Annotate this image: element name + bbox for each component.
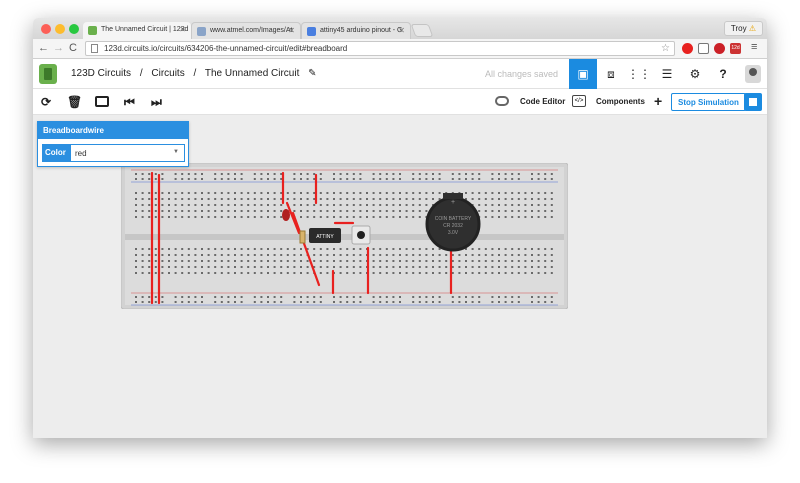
- close-icon[interactable]: ✕: [398, 26, 405, 35]
- stop-icon[interactable]: [744, 93, 762, 111]
- color-label: Color: [42, 144, 70, 162]
- save-status: All changes saved: [485, 69, 559, 79]
- breadcrumb: 123D Circuits / Circuits / The Unnamed C…: [71, 68, 323, 79]
- led[interactable]: [282, 209, 290, 221]
- pcb-icon: ⋮⋮: [627, 67, 651, 81]
- cloud-icon[interactable]: [495, 96, 509, 106]
- battery-label-3: 3.0V: [448, 230, 459, 236]
- profile-name: Troy: [730, 24, 747, 33]
- menu-icon[interactable]: ≡: [751, 41, 757, 53]
- extension-badge-icon[interactable]: 12d: [730, 43, 741, 54]
- help-label: ?: [719, 67, 727, 81]
- chevron-down-icon: ▼: [173, 149, 179, 155]
- resistor[interactable]: [299, 230, 306, 244]
- battery-label-2: CR 2032: [443, 223, 463, 229]
- app-header: 123D Circuits / Circuits / The Unnamed C…: [33, 59, 767, 89]
- close-icon[interactable]: ✕: [179, 25, 186, 34]
- chip-label: ATTINY: [316, 234, 334, 240]
- opera-extension-icon[interactable]: [682, 43, 693, 54]
- schematic-view-button[interactable]: ⧈: [597, 59, 625, 89]
- profile-button[interactable]: Troy ⚠: [723, 21, 763, 36]
- battery-label-1: COIN BATTERY: [435, 216, 472, 222]
- new-tab-button[interactable]: [410, 24, 434, 37]
- breadcrumb-home[interactable]: 123D Circuits: [71, 68, 131, 79]
- tab-atmel[interactable]: www.atmel.com/Images/At ✕: [191, 22, 301, 39]
- tab-title: The Unnamed Circuit | 123d: [101, 26, 189, 33]
- pencil-icon[interactable]: ✎: [308, 68, 316, 79]
- inspector-title: Breadboardwire: [38, 122, 188, 139]
- chip-icon: ▣: [577, 67, 589, 81]
- google-favicon-icon: [307, 27, 316, 36]
- address-bar-row: ← → C 123d.circuits.io/circuits/634206-t…: [33, 39, 767, 59]
- avatar[interactable]: [745, 65, 761, 83]
- bookmark-star-icon[interactable]: ☆: [661, 43, 670, 54]
- close-window-button[interactable]: [41, 24, 51, 34]
- color-select[interactable]: red ▼: [70, 144, 185, 162]
- minimize-window-button[interactable]: [55, 24, 65, 34]
- components-button[interactable]: Components: [596, 97, 645, 106]
- stop-simulation-button[interactable]: Stop Simulation: [671, 93, 746, 111]
- pcb-view-button[interactable]: ⋮⋮: [625, 59, 653, 89]
- code-icon[interactable]: </>: [572, 95, 586, 107]
- color-value: red: [75, 149, 87, 158]
- chip-outline-icon: ⧈: [607, 66, 615, 81]
- reload-icon[interactable]: C: [69, 42, 77, 54]
- 123d-logo-icon[interactable]: [39, 64, 57, 84]
- cast-icon[interactable]: [698, 43, 709, 54]
- pinterest-icon[interactable]: [714, 43, 725, 54]
- page-favicon-icon: [197, 27, 206, 36]
- breadcrumb-separator: /: [139, 68, 143, 79]
- trash-icon[interactable]: 🗑: [67, 95, 82, 109]
- code-editor-button[interactable]: Code Editor: [520, 97, 565, 106]
- breadcrumb-circuits[interactable]: Circuits: [151, 68, 184, 79]
- list-icon: ☰: [661, 67, 673, 81]
- url-text: 123d.circuits.io/circuits/634206-the-unn…: [104, 44, 348, 53]
- breadboard-view-button[interactable]: ▣: [569, 59, 597, 89]
- tab-google-search[interactable]: attiny45 arduino pinout - G ✕: [301, 22, 411, 39]
- breadboard[interactable]: ATTINY + COIN BATTERY CR 2032 3.0V: [121, 163, 568, 309]
- battery-plus: +: [451, 199, 455, 206]
- inspector-panel: Breadboardwire Color red ▼: [37, 121, 189, 167]
- breadcrumb-separator: /: [193, 68, 197, 79]
- page-icon: [91, 44, 98, 53]
- help-button[interactable]: ?: [709, 59, 737, 89]
- browser-window: The Unnamed Circuit | 123d ✕ www.atmel.c…: [33, 18, 767, 438]
- back-arrow-icon[interactable]: ←: [38, 42, 49, 54]
- breadboard-center-channel: [125, 234, 564, 240]
- rotate-icon[interactable]: ⟳: [41, 95, 51, 109]
- color-row: Color red ▼: [42, 144, 185, 162]
- skip-back-icon[interactable]: ⏮: [124, 95, 135, 110]
- fit-to-view-icon[interactable]: [95, 96, 109, 107]
- skip-forward-icon[interactable]: ⏭: [151, 95, 162, 110]
- tab-strip: The Unnamed Circuit | 123d ✕ www.atmel.c…: [33, 18, 767, 39]
- bom-view-button[interactable]: ☰: [653, 59, 681, 89]
- add-component-icon[interactable]: +: [654, 93, 662, 109]
- forward-arrow-icon[interactable]: →: [53, 42, 64, 54]
- maximize-window-button[interactable]: [69, 24, 79, 34]
- 123d-favicon-icon: [88, 26, 97, 35]
- url-input[interactable]: 123d.circuits.io/circuits/634206-the-unn…: [85, 41, 675, 56]
- circuit-title[interactable]: The Unnamed Circuit: [205, 68, 299, 79]
- close-icon[interactable]: ✕: [288, 26, 295, 35]
- pushbutton-cap: [357, 231, 365, 239]
- gear-icon: ⚙: [689, 67, 701, 81]
- warning-icon: ⚠: [748, 24, 756, 33]
- settings-button[interactable]: ⚙: [681, 59, 709, 89]
- editor-toolbar: ⟳ 🗑 ⏮ ⏭ Code Editor </> Components + Sto…: [33, 89, 767, 115]
- tab-title: www.atmel.com/Images/At: [210, 27, 293, 34]
- tab-123d-circuits[interactable]: The Unnamed Circuit | 123d ✕: [83, 22, 191, 39]
- tab-title: attiny45 arduino pinout - G: [320, 27, 403, 34]
